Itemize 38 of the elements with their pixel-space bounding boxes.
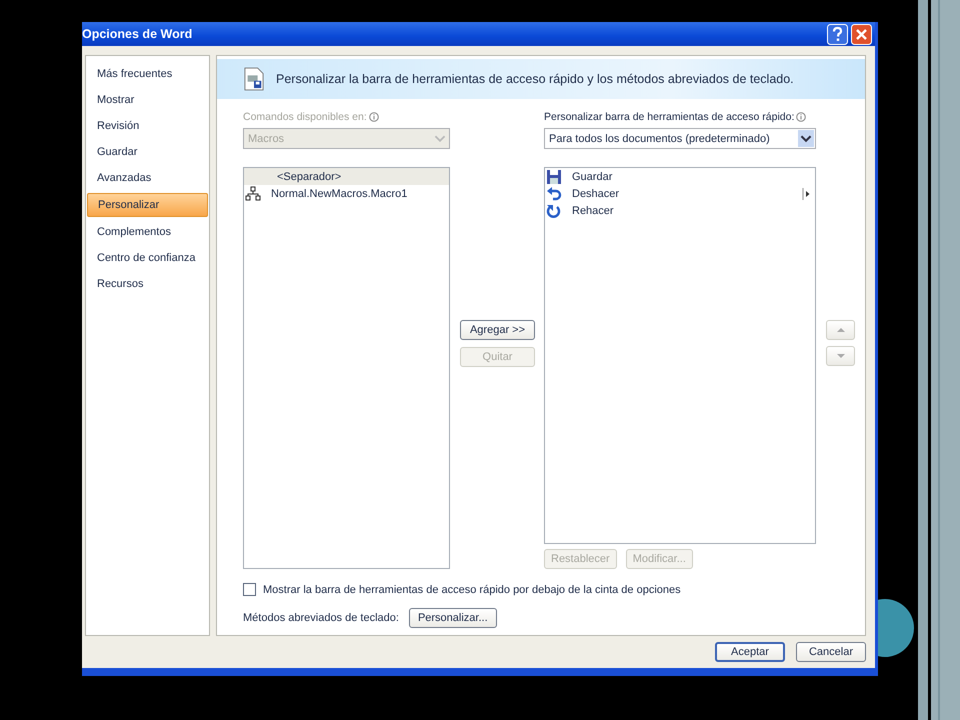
window-title: Opciones de Word bbox=[82, 27, 194, 41]
move-button[interactable]: Agregar >> bbox=[460, 320, 535, 340]
macro-icon bbox=[245, 186, 261, 202]
close-icon[interactable] bbox=[851, 24, 872, 44]
help-icon[interactable] bbox=[827, 24, 848, 44]
list-item[interactable]: <Separador> bbox=[244, 168, 449, 185]
undo-arrow-icon bbox=[546, 186, 562, 202]
triangle-down-icon bbox=[836, 353, 844, 359]
list-item[interactable]: Normal.NewMacros.Macro1 bbox=[244, 185, 449, 202]
field-label: Comandos disponibles en: bbox=[243, 111, 367, 123]
sidebar-item[interactable]: Recursos bbox=[86, 271, 209, 297]
submenu-arrow-icon bbox=[802, 188, 810, 200]
dialog-button[interactable]: Cancelar bbox=[796, 642, 866, 662]
customize-button[interactable]: Personalizar... bbox=[408, 608, 497, 628]
sidebar-item[interactable]: Personalizar bbox=[87, 193, 208, 217]
field-label: Personalizar barra de herramientas de acceso rápido: bbox=[544, 111, 794, 123]
list-item[interactable]: Rehacer bbox=[545, 202, 815, 219]
list-item[interactable]: Guardar bbox=[545, 168, 815, 185]
redo-arrow-icon bbox=[546, 202, 562, 218]
triangle-up-icon bbox=[836, 327, 844, 333]
info-icon bbox=[368, 112, 379, 122]
sidebar-item[interactable]: Avanzadas bbox=[86, 165, 209, 191]
sidebar-item[interactable]: Complementos bbox=[86, 219, 209, 245]
sidebar-item[interactable]: Guardar bbox=[86, 139, 209, 165]
sidebar-item[interactable]: Centro de confianza bbox=[86, 245, 209, 271]
checkbox-label: Mostrar la barra de herramientas de acceso rápido por debajo de la cinta de opciones bbox=[263, 584, 681, 596]
list-item[interactable]: Deshacer bbox=[545, 185, 815, 202]
document-icon bbox=[244, 66, 264, 92]
sidebar-item[interactable]: Más frecuentes bbox=[86, 61, 209, 87]
chevron-down-icon bbox=[798, 130, 814, 147]
sidebar-item[interactable]: Revisión bbox=[86, 113, 209, 139]
section-title: Personalizar la barra de herramientas de acceso rápido y los métodos abreviados de teclado. bbox=[276, 72, 794, 86]
checkbox[interactable] bbox=[243, 583, 256, 596]
dialog-button[interactable]: Aceptar bbox=[715, 642, 785, 662]
scope-dropdown[interactable]: Para todos los documentos (predeterminado) bbox=[544, 128, 816, 149]
info-icon bbox=[796, 112, 806, 122]
shortcuts-label: Métodos abreviados de teclado: bbox=[243, 612, 399, 624]
sidebar-item[interactable]: Mostrar bbox=[86, 87, 209, 113]
